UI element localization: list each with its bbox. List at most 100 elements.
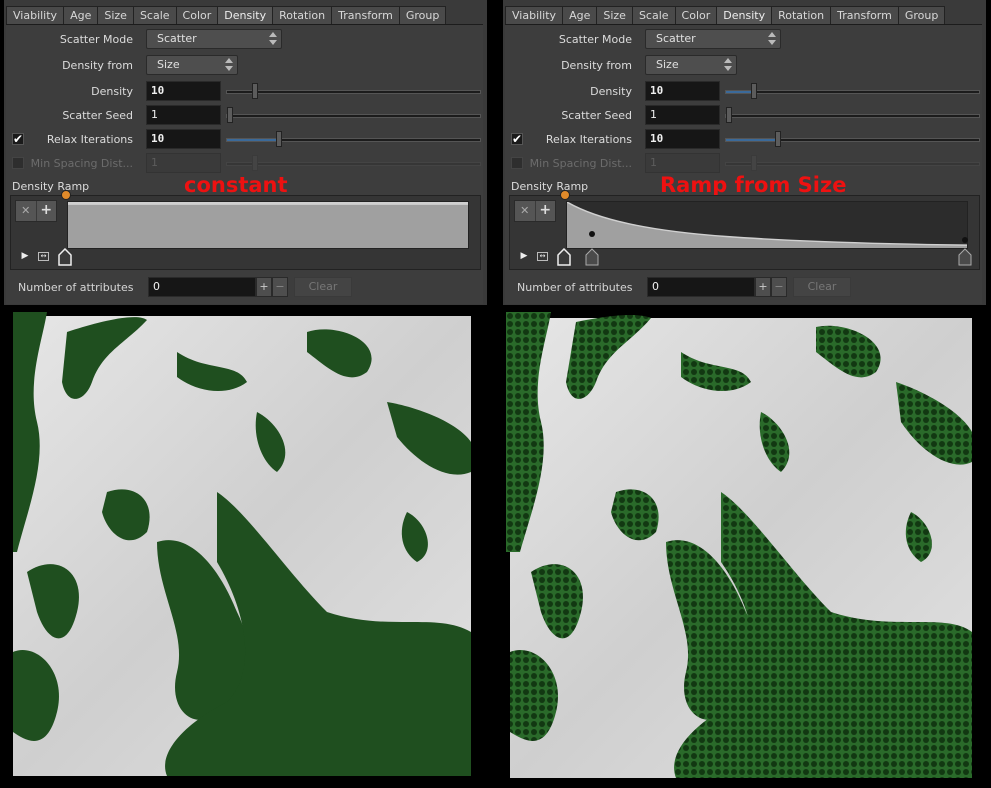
ramp-graph[interactable] (566, 201, 968, 249)
ramp-key-point[interactable] (560, 190, 570, 200)
scatter-seed-slider[interactable] (226, 107, 481, 123)
tab-transform[interactable]: Transform (830, 6, 899, 25)
tab-rotation[interactable]: Rotation (771, 6, 832, 25)
remove-attribute-button[interactable]: − (272, 277, 288, 297)
min-spacing-field[interactable]: 1 (146, 153, 221, 173)
tab-scale[interactable]: Scale (132, 6, 177, 25)
slider-handle[interactable] (276, 131, 282, 147)
scatter-seed-slider[interactable] (725, 107, 980, 123)
density-row: Density 10 (6, 81, 483, 103)
min-spacing-checkbox[interactable] (12, 157, 24, 169)
scatter-mode-dropdown[interactable]: Scatter (146, 29, 282, 49)
scatter-mode-label: Scatter Mode (59, 33, 133, 46)
tab-age[interactable]: Age (63, 6, 99, 25)
density-slider[interactable] (226, 83, 481, 99)
relax-iterations-field[interactable]: 10 (146, 129, 221, 149)
scatter-seed-field[interactable]: 1 (645, 105, 720, 125)
tab-viability[interactable]: Viability (6, 6, 65, 25)
ramp-marker[interactable] (58, 248, 72, 266)
ramp-marker[interactable] (958, 248, 972, 266)
slider-handle[interactable] (227, 107, 233, 123)
scatter-panel-left: Viability Age Size Scale Color Density R… (4, 0, 487, 305)
dropdown-arrows-icon (722, 57, 734, 73)
slider-handle[interactable] (726, 107, 732, 123)
tab-transform[interactable]: Transform (331, 6, 400, 25)
add-attribute-button[interactable]: + (755, 277, 771, 297)
relax-iterations-checkbox[interactable]: ✔ (511, 133, 523, 145)
remove-attribute-button[interactable]: − (771, 277, 787, 297)
slider-handle[interactable] (252, 155, 258, 171)
tab-viability[interactable]: Viability (505, 6, 564, 25)
tab-color[interactable]: Color (674, 6, 718, 25)
annotation-text: constant (184, 173, 288, 197)
attributes-row: Number of attributes 0 + − Clear (505, 277, 982, 299)
min-spacing-label: Min Spacing Dist... (30, 157, 133, 170)
tab-age[interactable]: Age (562, 6, 598, 25)
clear-button[interactable]: Clear (793, 277, 851, 297)
relax-iterations-field[interactable]: 10 (645, 129, 720, 149)
plus-icon[interactable]: + (536, 201, 556, 221)
attributes-row: Number of attributes 0 + − Clear (6, 277, 483, 299)
plus-icon[interactable]: + (37, 201, 57, 221)
min-spacing-label: Min Spacing Dist... (529, 157, 632, 170)
dropdown-arrows-icon (267, 31, 279, 47)
scatter-mode-row: Scatter Mode Scatter (6, 29, 483, 51)
min-spacing-checkbox[interactable] (511, 157, 523, 169)
ramp-key-point[interactable] (61, 190, 71, 200)
tab-color[interactable]: Color (175, 6, 219, 25)
slider-handle[interactable] (751, 83, 757, 99)
slider-handle[interactable] (252, 83, 258, 99)
attributes-label: Number of attributes (517, 281, 633, 294)
play-icon[interactable]: ▶ (518, 250, 530, 262)
ramp-key-point[interactable] (962, 237, 968, 243)
scatter-mode-value: Scatter (157, 32, 197, 45)
min-spacing-row: Min Spacing Dist... 1 (505, 153, 982, 175)
clear-button[interactable]: Clear (294, 277, 352, 297)
tab-rotation[interactable]: Rotation (272, 6, 333, 25)
relax-iterations-slider[interactable] (226, 131, 481, 147)
slider-fill (227, 139, 276, 141)
density-field[interactable]: 10 (146, 81, 221, 101)
relax-iterations-label: Relax Iterations (545, 133, 632, 146)
density-from-dropdown[interactable]: Size (645, 55, 737, 75)
density-from-dropdown[interactable]: Size (146, 55, 238, 75)
tab-group[interactable]: Group (398, 6, 447, 25)
scatter-panel-right: Viability Age Size Scale Color Density R… (503, 0, 986, 305)
tab-density[interactable]: Density (217, 6, 274, 25)
ramp-marker[interactable] (585, 248, 599, 266)
loop-icon[interactable]: ↔ (537, 252, 548, 261)
attributes-field[interactable]: 0 (647, 277, 755, 297)
ramp-key-point[interactable] (589, 231, 595, 237)
ramp-marker[interactable] (557, 248, 571, 266)
scatter-mode-dropdown[interactable]: Scatter (645, 29, 781, 49)
min-spacing-slider[interactable] (725, 155, 980, 171)
min-spacing-slider[interactable] (226, 155, 481, 171)
close-icon[interactable]: ✕ (16, 201, 37, 221)
tab-group[interactable]: Group (897, 6, 946, 25)
density-slider[interactable] (725, 83, 980, 99)
tab-size[interactable]: Size (596, 6, 633, 25)
relax-iterations-checkbox[interactable]: ✔ (12, 133, 24, 145)
slider-handle[interactable] (775, 131, 781, 147)
add-attribute-button[interactable]: + (256, 277, 272, 297)
ramp-graph[interactable] (67, 201, 469, 249)
tab-scale[interactable]: Scale (631, 6, 676, 25)
close-icon[interactable]: ✕ (515, 201, 536, 221)
slider-handle[interactable] (751, 155, 757, 171)
relax-iterations-label: Relax Iterations (46, 133, 133, 146)
tab-density[interactable]: Density (716, 6, 773, 25)
scatter-seed-field[interactable]: 1 (146, 105, 221, 125)
min-spacing-field[interactable]: 1 (645, 153, 720, 173)
play-icon[interactable]: ▶ (19, 250, 31, 262)
loop-icon[interactable]: ↔ (38, 252, 49, 261)
slider-fill (726, 139, 775, 141)
density-tab-content: Scatter Mode Scatter Density from Size D… (6, 24, 483, 304)
tab-size[interactable]: Size (97, 6, 134, 25)
density-ramp-label: Density Ramp (12, 180, 90, 193)
relax-iterations-slider[interactable] (725, 131, 980, 147)
check-icon: ✔ (13, 132, 24, 146)
attributes-label: Number of attributes (18, 281, 134, 294)
density-field[interactable]: 10 (645, 81, 720, 101)
attributes-field[interactable]: 0 (148, 277, 256, 297)
scatter-mode-value: Scatter (656, 32, 696, 45)
